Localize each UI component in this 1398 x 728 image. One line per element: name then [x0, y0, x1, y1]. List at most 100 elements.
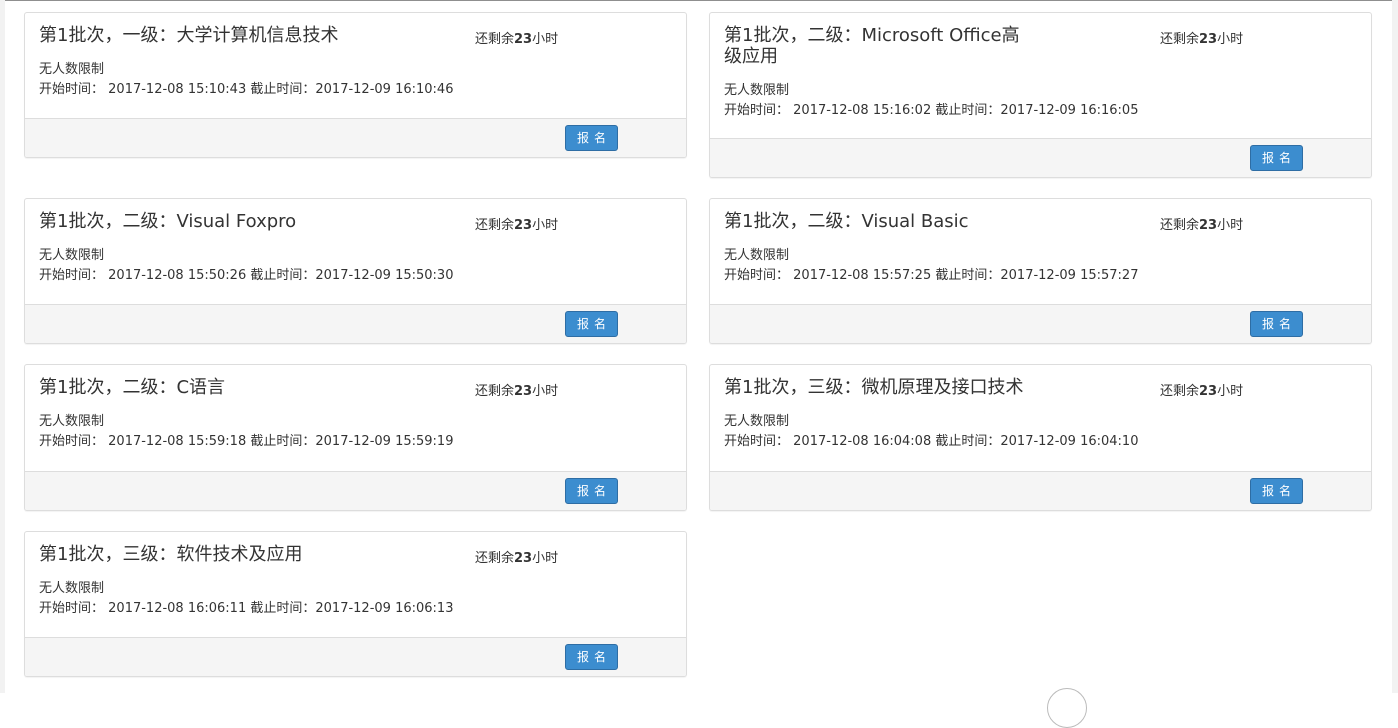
- participant-limit: 无人数限制: [724, 414, 790, 429]
- right-gutter: [1392, 0, 1398, 693]
- card-title: 第1批次，二级：C语言: [39, 377, 226, 398]
- card-footer: 报名: [25, 304, 686, 343]
- card-title: 第1批次，二级：Microsoft Office高级应用: [724, 25, 1020, 67]
- exam-card: 第1批次，三级：软件技术及应用 还剩余23小时 无人数限制 开始时间： 2017…: [24, 531, 687, 677]
- register-button[interactable]: 报名: [1250, 311, 1303, 337]
- remaining-unit: 小时: [532, 551, 559, 566]
- start-time: 2017-12-08 15:50:26: [108, 268, 247, 283]
- remaining-hours: 23: [514, 218, 533, 233]
- participant-limit: 无人数限制: [39, 414, 105, 429]
- end-label: 截止时间：: [250, 268, 316, 283]
- time-range: 开始时间： 2017-12-08 15:50:26 截止时间：2017-12-0…: [39, 266, 672, 286]
- register-button[interactable]: 报名: [565, 311, 618, 337]
- end-label: 截止时间：: [935, 103, 1001, 118]
- register-button[interactable]: 报名: [1250, 478, 1303, 504]
- remaining-prefix: 还剩余: [475, 551, 515, 566]
- card-body: 第1批次，二级：Microsoft Office高级应用 还剩余23小时 无人数…: [710, 13, 1371, 121]
- card-body: 第1批次，二级：Visual Foxpro 还剩余23小时 无人数限制 开始时间…: [25, 199, 686, 286]
- start-label: 开始时间：: [724, 268, 790, 283]
- remaining-unit: 小时: [532, 384, 559, 399]
- left-gutter: [0, 0, 5, 693]
- end-time: 2017-12-09 16:06:13: [315, 601, 454, 616]
- start-label: 开始时间：: [724, 434, 790, 449]
- participant-limit: 无人数限制: [724, 83, 790, 98]
- time-range: 开始时间： 2017-12-08 16:06:11 截止时间：2017-12-0…: [39, 599, 672, 619]
- time-range: 开始时间： 2017-12-08 15:16:02 截止时间：2017-12-0…: [724, 101, 1357, 121]
- end-time: 2017-12-09 16:16:05: [1000, 103, 1139, 118]
- remaining-time: 还剩余23小时: [475, 32, 558, 47]
- card-body: 第1批次，三级：软件技术及应用 还剩余23小时 无人数限制 开始时间： 2017…: [25, 532, 686, 619]
- start-label: 开始时间：: [39, 82, 105, 97]
- register-button[interactable]: 报名: [565, 644, 618, 670]
- exam-card: 第1批次，二级：Visual Basic 还剩余23小时 无人数限制 开始时间：…: [709, 198, 1372, 344]
- start-time: 2017-12-08 15:10:43: [108, 82, 247, 97]
- register-button[interactable]: 报名: [1250, 145, 1303, 171]
- end-label: 截止时间：: [250, 82, 316, 97]
- start-time: 2017-12-08 15:57:25: [793, 268, 932, 283]
- remaining-time: 还剩余23小时: [475, 218, 558, 233]
- end-time: 2017-12-09 16:10:46: [315, 82, 454, 97]
- card-footer: 报名: [710, 471, 1371, 510]
- exam-card: 第1批次，二级：Visual Foxpro 还剩余23小时 无人数限制 开始时间…: [24, 198, 687, 344]
- remaining-prefix: 还剩余: [1160, 32, 1200, 47]
- remaining-hours: 23: [1199, 218, 1218, 233]
- remaining-time: 还剩余23小时: [475, 384, 558, 399]
- end-label: 截止时间：: [250, 434, 316, 449]
- start-label: 开始时间：: [39, 434, 105, 449]
- remaining-time: 还剩余23小时: [1160, 32, 1243, 47]
- start-time: 2017-12-08 15:16:02: [793, 103, 932, 118]
- time-range: 开始时间： 2017-12-08 15:59:18 截止时间：2017-12-0…: [39, 432, 672, 452]
- remaining-unit: 小时: [532, 32, 559, 47]
- window-top-edge: [0, 0, 1398, 1]
- start-label: 开始时间：: [39, 268, 105, 283]
- end-time: 2017-12-09 15:57:27: [1000, 268, 1139, 283]
- participant-limit: 无人数限制: [39, 248, 105, 263]
- remaining-unit: 小时: [1217, 218, 1244, 233]
- scroll-top-button[interactable]: [1047, 688, 1087, 728]
- remaining-prefix: 还剩余: [1160, 384, 1200, 399]
- remaining-prefix: 还剩余: [475, 32, 515, 47]
- remaining-time: 还剩余23小时: [1160, 384, 1243, 399]
- end-time: 2017-12-09 15:50:30: [315, 268, 454, 283]
- card-title: 第1批次，二级：Visual Foxpro: [39, 211, 297, 232]
- card-footer: 报名: [25, 637, 686, 676]
- remaining-unit: 小时: [1217, 32, 1244, 47]
- card-title: 第1批次，三级：微机原理及接口技术: [724, 377, 1024, 398]
- remaining-hours: 23: [514, 32, 533, 47]
- remaining-hours: 23: [514, 551, 533, 566]
- end-label: 截止时间：: [935, 434, 1001, 449]
- remaining-hours: 23: [1199, 384, 1218, 399]
- remaining-unit: 小时: [1217, 384, 1244, 399]
- remaining-prefix: 还剩余: [475, 218, 515, 233]
- card-title: 第1批次，三级：软件技术及应用: [39, 544, 303, 565]
- remaining-time: 还剩余23小时: [1160, 218, 1243, 233]
- card-footer: 报名: [25, 471, 686, 510]
- card-footer: 报名: [710, 304, 1371, 343]
- card-footer: 报名: [25, 118, 686, 157]
- register-button[interactable]: 报名: [565, 125, 618, 151]
- register-button[interactable]: 报名: [565, 478, 618, 504]
- card-body: 第1批次，二级：Visual Basic 还剩余23小时 无人数限制 开始时间：…: [710, 199, 1371, 286]
- exam-card: 第1批次，二级：Microsoft Office高级应用 还剩余23小时 无人数…: [709, 12, 1372, 178]
- card-body: 第1批次，二级：C语言 还剩余23小时 无人数限制 开始时间： 2017-12-…: [25, 365, 686, 452]
- remaining-hours: 23: [1199, 32, 1218, 47]
- time-range: 开始时间： 2017-12-08 15:57:25 截止时间：2017-12-0…: [724, 266, 1357, 286]
- card-footer: 报名: [710, 138, 1371, 177]
- remaining-prefix: 还剩余: [1160, 218, 1200, 233]
- start-label: 开始时间：: [39, 601, 105, 616]
- start-time: 2017-12-08 15:59:18: [108, 434, 247, 449]
- end-time: 2017-12-09 15:59:19: [315, 434, 454, 449]
- exam-card: 第1批次，二级：C语言 还剩余23小时 无人数限制 开始时间： 2017-12-…: [24, 364, 687, 511]
- card-body: 第1批次，一级：大学计算机信息技术 还剩余23小时 无人数限制 开始时间： 20…: [25, 13, 686, 100]
- exam-card: 第1批次，三级：微机原理及接口技术 还剩余23小时 无人数限制 开始时间： 20…: [709, 364, 1372, 511]
- card-body: 第1批次，三级：微机原理及接口技术 还剩余23小时 无人数限制 开始时间： 20…: [710, 365, 1371, 452]
- end-label: 截止时间：: [250, 601, 316, 616]
- start-label: 开始时间：: [724, 103, 790, 118]
- card-title: 第1批次，二级：Visual Basic: [724, 211, 969, 232]
- remaining-hours: 23: [514, 384, 533, 399]
- end-label: 截止时间：: [935, 268, 1001, 283]
- start-time: 2017-12-08 16:04:08: [793, 434, 932, 449]
- start-time: 2017-12-08 16:06:11: [108, 601, 247, 616]
- end-time: 2017-12-09 16:04:10: [1000, 434, 1139, 449]
- remaining-time: 还剩余23小时: [475, 551, 558, 566]
